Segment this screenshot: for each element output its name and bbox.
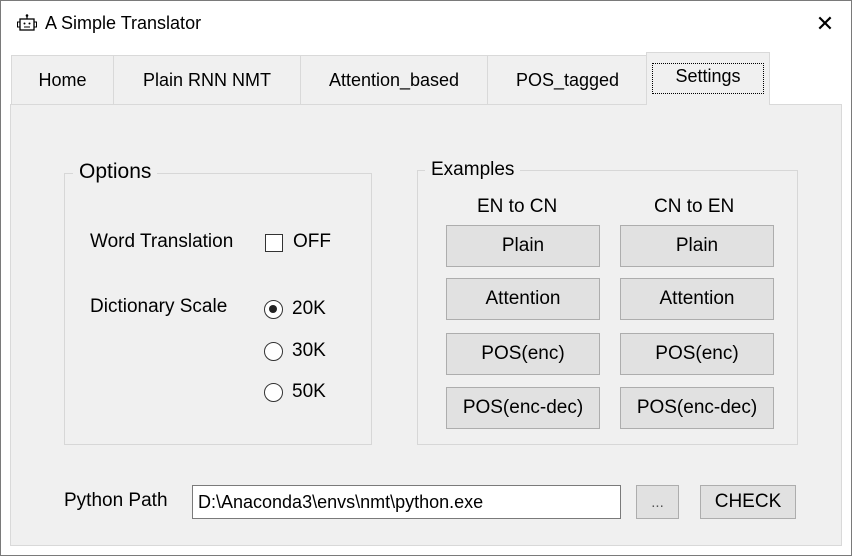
scale-20k-label[interactable]: 20K bbox=[292, 298, 326, 320]
cn-en-pos-enc-dec-button[interactable]: POS(enc-dec) bbox=[620, 387, 774, 429]
tab-pos-tagged[interactable]: POS_tagged bbox=[487, 55, 648, 105]
tab-strip: Home Plain RNN NMT Attention_based POS_t… bbox=[1, 52, 851, 105]
en-cn-pos-enc-button[interactable]: POS(enc) bbox=[446, 333, 600, 375]
tab-plain-rnn-nmt[interactable]: Plain RNN NMT bbox=[113, 55, 301, 105]
tab-home[interactable]: Home bbox=[11, 55, 114, 105]
tab-label: Attention_based bbox=[328, 70, 460, 90]
en-cn-plain-button[interactable]: Plain bbox=[446, 225, 600, 267]
word-translation-state[interactable]: OFF bbox=[293, 231, 331, 253]
browse-button[interactable]: ... bbox=[636, 485, 679, 519]
close-button[interactable]: ✕ bbox=[803, 5, 847, 43]
tab-attention-based[interactable]: Attention_based bbox=[300, 55, 488, 105]
examples-title: Examples bbox=[425, 159, 521, 181]
check-button[interactable]: CHECK bbox=[700, 485, 796, 519]
en-cn-pos-enc-dec-button[interactable]: POS(enc-dec) bbox=[446, 387, 600, 429]
tab-settings[interactable]: Settings bbox=[646, 52, 770, 105]
scale-30k-radio[interactable] bbox=[264, 342, 283, 361]
cn-en-plain-button[interactable]: Plain bbox=[620, 225, 774, 267]
python-path-input[interactable]: D:\Anaconda3\envs\nmt\python.exe bbox=[192, 485, 621, 519]
tab-label: Plain RNN NMT bbox=[142, 70, 271, 90]
cn-en-pos-enc-button[interactable]: POS(enc) bbox=[620, 333, 774, 375]
en-cn-attention-button[interactable]: Attention bbox=[446, 278, 600, 320]
scale-20k-radio[interactable] bbox=[264, 300, 283, 319]
scale-50k-radio[interactable] bbox=[264, 383, 283, 402]
options-title: Options bbox=[73, 160, 158, 184]
tab-label: Home bbox=[38, 70, 87, 90]
settings-panel: Options Word Translation OFF Dictionary … bbox=[10, 104, 842, 546]
robot-icon bbox=[17, 14, 37, 32]
tab-label: Settings bbox=[652, 62, 764, 94]
cn-en-attention-button[interactable]: Attention bbox=[620, 278, 774, 320]
cn-to-en-header: CN to EN bbox=[654, 196, 735, 217]
app-window: A Simple Translator ✕ Home Plain RNN NMT… bbox=[0, 0, 852, 556]
dictionary-scale-label: Dictionary Scale bbox=[90, 296, 228, 317]
title-bar: A Simple Translator ✕ bbox=[1, 1, 851, 47]
close-icon[interactable]: ✕ bbox=[816, 12, 834, 37]
scale-30k-label[interactable]: 30K bbox=[292, 340, 326, 362]
scale-50k-label[interactable]: 50K bbox=[292, 381, 326, 403]
word-translation-checkbox[interactable] bbox=[265, 234, 283, 252]
window-title: A Simple Translator bbox=[45, 13, 202, 33]
word-translation-label: Word Translation bbox=[90, 231, 234, 252]
tab-label: POS_tagged bbox=[515, 70, 620, 90]
python-path-label: Python Path bbox=[64, 490, 168, 511]
en-to-cn-header: EN to CN bbox=[477, 196, 558, 217]
